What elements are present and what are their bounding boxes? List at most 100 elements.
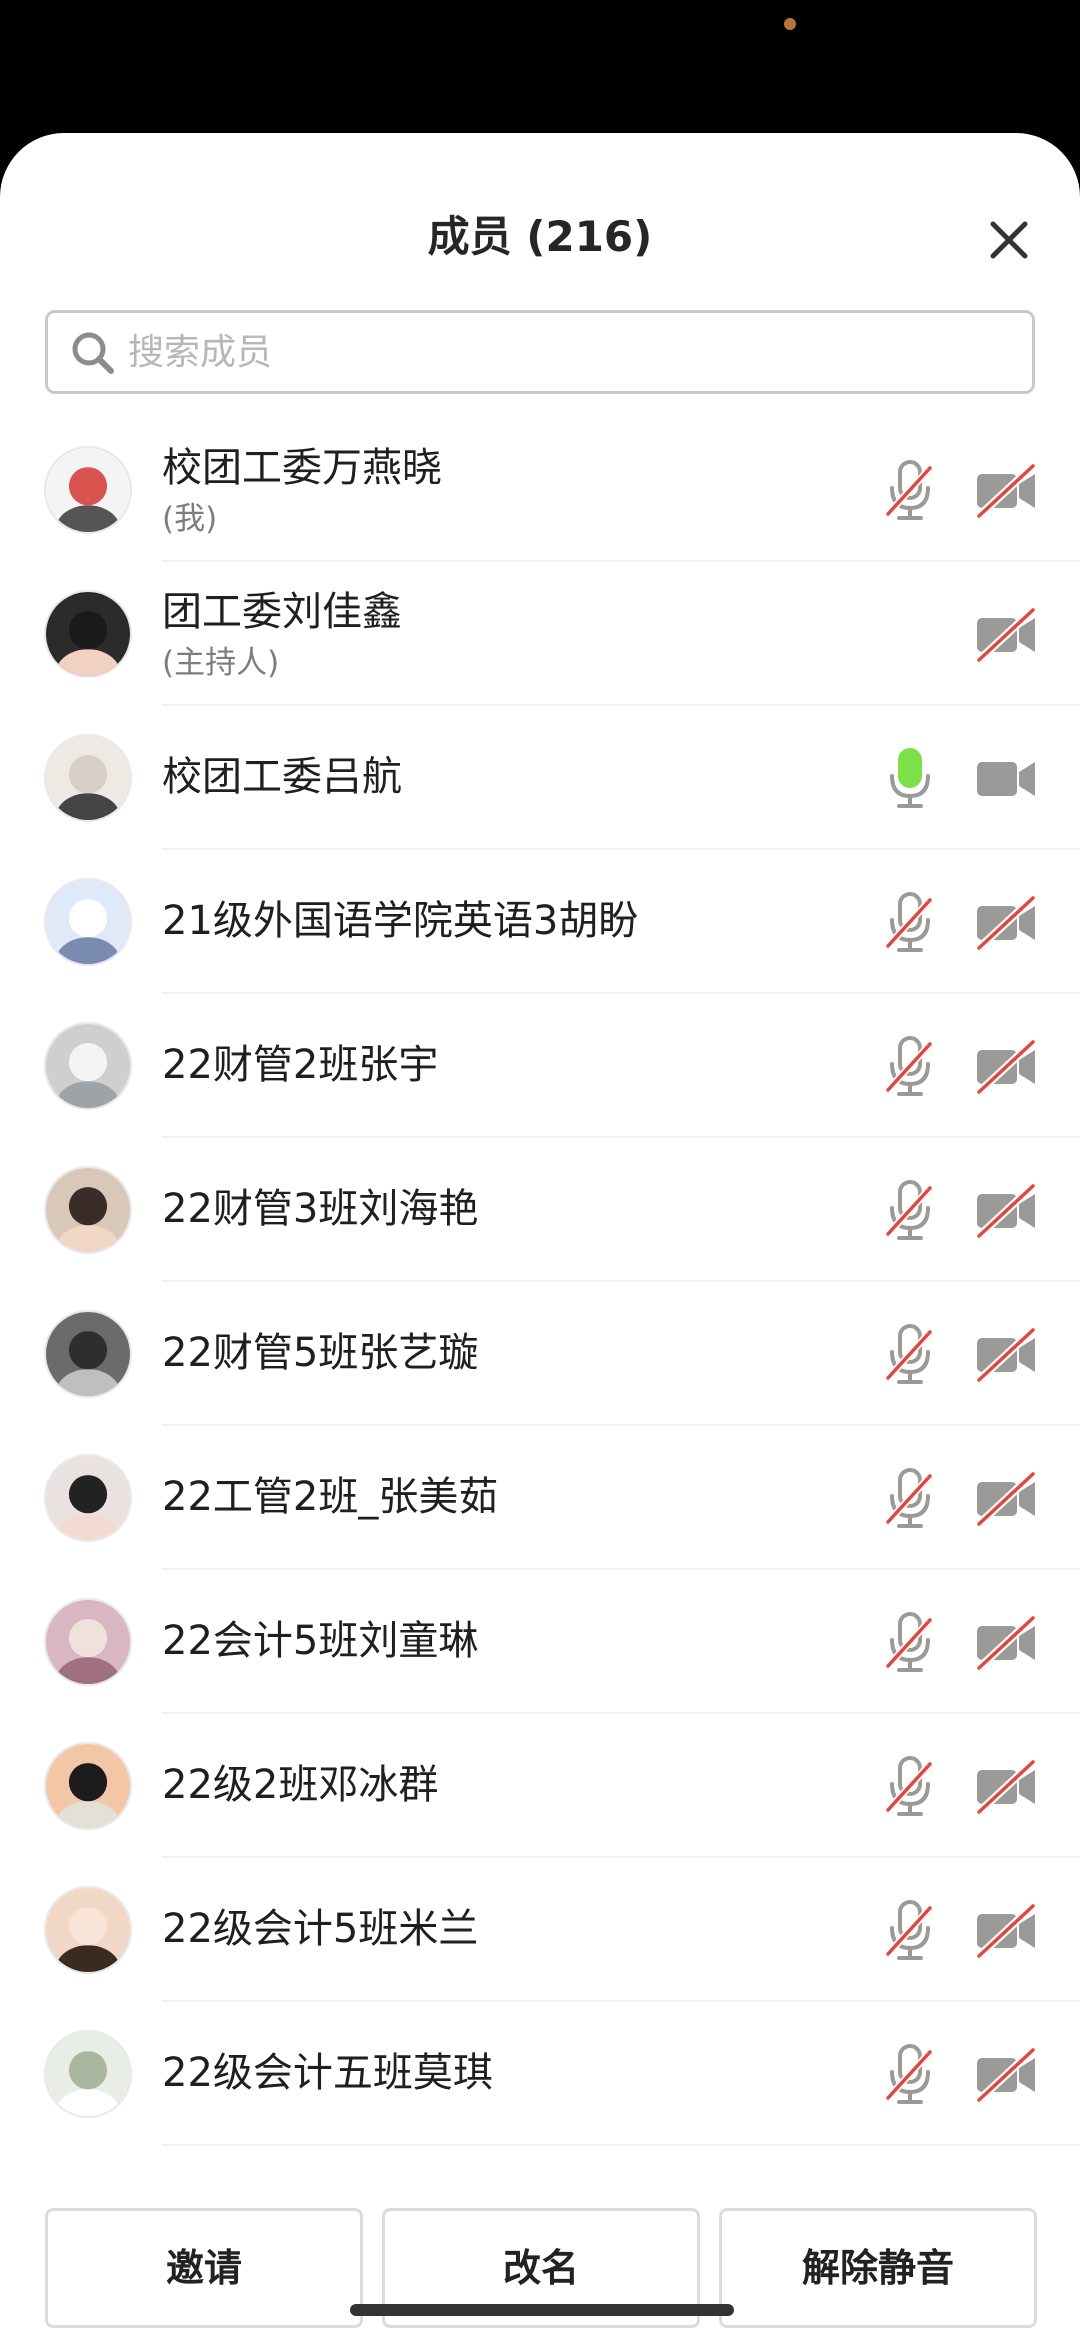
avatar — [44, 1742, 132, 1830]
mic-muted-icon — [885, 1036, 933, 1096]
mic-toggle[interactable] — [884, 1466, 936, 1530]
camera-indicator-dot — [784, 18, 796, 30]
search-input[interactable] — [128, 313, 1008, 391]
invite-button[interactable]: 邀请 — [45, 2208, 363, 2328]
video-icon — [977, 762, 1035, 796]
camera-toggle[interactable] — [975, 462, 1037, 519]
mic-toggle[interactable] — [884, 1322, 936, 1386]
avatar — [44, 2030, 132, 2118]
member-role: (主持人) — [162, 645, 280, 681]
mic-muted-icon — [885, 1324, 933, 1384]
member-row[interactable]: 校团工委吕航 — [0, 706, 1080, 850]
member-row[interactable]: 22财管5班张艺璇 — [0, 1282, 1080, 1426]
footer-actions: 邀请 改名 解除静音 — [0, 2208, 1080, 2337]
camera-toggle[interactable] — [975, 894, 1037, 951]
video-off-icon — [976, 1327, 1036, 1383]
member-name: 22工管2班_张美茹 — [162, 1474, 499, 1520]
video-off-icon — [976, 1903, 1036, 1959]
avatar — [44, 1886, 132, 1974]
mic-toggle[interactable] — [884, 746, 936, 810]
avatar-image — [46, 1600, 130, 1684]
close-icon — [990, 221, 1028, 259]
member-name: 校团工委万燕晓 — [162, 445, 442, 491]
member-name: 22级会计五班莫琪 — [162, 2050, 493, 2096]
mic-toggle[interactable] — [884, 2042, 936, 2106]
member-row[interactable]: 22财管2班张宇 — [0, 994, 1080, 1138]
mic-muted-icon — [885, 2044, 933, 2104]
member-row[interactable]: 21级外国语学院英语3胡盼 — [0, 850, 1080, 994]
video-off-icon — [976, 607, 1036, 663]
search-box[interactable] — [45, 310, 1035, 394]
camera-toggle[interactable] — [975, 1038, 1037, 1095]
camera-toggle[interactable] — [975, 1470, 1037, 1527]
members-sheet: 成员 (216) 校团工委万燕晓 (我) 团工委刘佳鑫 (主持人) 校团工委吕航 21级外… — [0, 133, 1080, 2337]
page-title: 成员 (216) — [427, 212, 653, 261]
video-off-icon — [976, 1759, 1036, 1815]
mic-muted-icon — [885, 1900, 933, 1960]
home-indicator[interactable] — [350, 2304, 734, 2316]
avatar — [44, 590, 132, 678]
member-name: 22财管2班张宇 — [162, 1042, 439, 1088]
video-off-icon — [976, 463, 1036, 519]
member-row[interactable]: 22会计5班刘童琳 — [0, 1570, 1080, 1714]
avatar-image — [46, 1168, 130, 1252]
camera-toggle[interactable] — [975, 1758, 1037, 1815]
avatar-image — [46, 448, 130, 532]
member-name: 22级2班邓冰群 — [162, 1762, 439, 1808]
video-off-icon — [976, 2047, 1036, 2103]
member-row[interactable]: 22级会计5班米兰 — [0, 1858, 1080, 2002]
mic-toggle[interactable] — [884, 1754, 936, 1818]
member-name: 校团工委吕航 — [162, 754, 402, 800]
avatar-image — [46, 1744, 130, 1828]
mic-toggle[interactable] — [884, 1034, 936, 1098]
avatar — [44, 734, 132, 822]
mic-toggle[interactable] — [884, 458, 936, 522]
member-row[interactable]: 22财管3班刘海艳 — [0, 1138, 1080, 1282]
camera-toggle[interactable] — [975, 606, 1037, 663]
member-row[interactable]: 22级会计五班莫琪 — [0, 2002, 1080, 2146]
sheet-header: 成员 (216) — [0, 133, 1080, 299]
member-row[interactable]: 团工委刘佳鑫 (主持人) — [0, 562, 1080, 706]
video-off-icon — [976, 1183, 1036, 1239]
avatar-image — [46, 2032, 130, 2116]
member-name: 22级会计5班米兰 — [162, 1906, 479, 1952]
member-name: 团工委刘佳鑫 — [162, 589, 402, 635]
mic-icon — [890, 748, 930, 808]
camera-toggle[interactable] — [975, 750, 1037, 806]
mic-muted-icon — [885, 892, 933, 952]
avatar — [44, 878, 132, 966]
camera-toggle[interactable] — [975, 2046, 1037, 2103]
unmute-button[interactable]: 解除静音 — [719, 2208, 1037, 2328]
avatar — [44, 1310, 132, 1398]
mic-toggle[interactable] — [884, 890, 936, 954]
avatar — [44, 1166, 132, 1254]
mic-toggle[interactable] — [884, 1178, 936, 1242]
camera-toggle[interactable] — [975, 1614, 1037, 1671]
mic-muted-icon — [885, 1468, 933, 1528]
member-name: 22会计5班刘童琳 — [162, 1618, 479, 1664]
member-row[interactable]: 22工管2班_张美茹 — [0, 1426, 1080, 1570]
camera-toggle[interactable] — [975, 1902, 1037, 1959]
mic-muted-icon — [885, 1612, 933, 1672]
mic-toggle[interactable] — [884, 1610, 936, 1674]
mic-muted-icon — [885, 1180, 933, 1240]
video-off-icon — [976, 1039, 1036, 1095]
member-list[interactable]: 校团工委万燕晓 (我) 团工委刘佳鑫 (主持人) 校团工委吕航 21级外国语学院英语3胡盼… — [0, 418, 1080, 2208]
member-row[interactable]: 校团工委万燕晓 (我) — [0, 418, 1080, 562]
camera-toggle[interactable] — [975, 1326, 1037, 1383]
avatar — [44, 1598, 132, 1686]
video-off-icon — [976, 1615, 1036, 1671]
member-row[interactable]: 22级2班邓冰群 — [0, 1714, 1080, 1858]
camera-toggle[interactable] — [975, 1182, 1037, 1239]
avatar-image — [46, 1024, 130, 1108]
video-off-icon — [976, 895, 1036, 951]
mic-toggle[interactable] — [884, 1898, 936, 1962]
close-button[interactable] — [978, 209, 1040, 271]
screen: 成员 (216) 校团工委万燕晓 (我) 团工委刘佳鑫 (主持人) 校团工委吕航 21级外… — [0, 0, 1080, 2337]
avatar-image — [46, 880, 130, 964]
avatar — [44, 1022, 132, 1110]
avatar-image — [46, 1888, 130, 1972]
avatar-image — [46, 592, 130, 676]
member-name: 22财管3班刘海艳 — [162, 1186, 479, 1232]
member-role: (我) — [162, 501, 218, 537]
